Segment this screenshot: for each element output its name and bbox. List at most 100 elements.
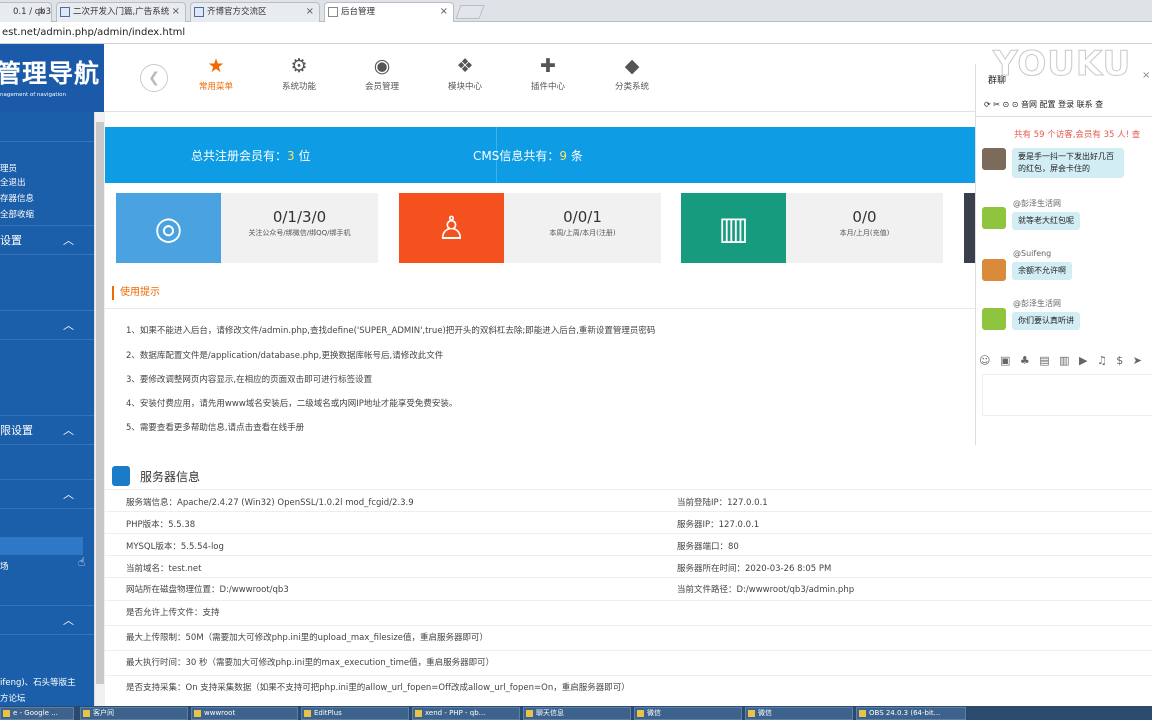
chat-emoji-toolbar[interactable]: ☺ ▣ ♣ ▤ ▥ ▶ ♫ $ ➤ ☎ ⌑ ✂ (979, 354, 1152, 367)
sidebar-item[interactable]: 场 (0, 560, 9, 572)
sidebar-link-collapse-all[interactable]: 全部收缩 (0, 208, 34, 220)
chat-username: @彭泽生活网 (1013, 299, 1061, 308)
brand-logo: 管理导航 nagement of navigation (0, 44, 104, 112)
tip-item: 4、安装付费应用，请先用www域名安装后，二级域名或内网IP地址才能享受免费安装… (126, 399, 458, 409)
avatar (982, 148, 1006, 170)
taskbar-item[interactable]: EditPlus (301, 707, 409, 720)
close-icon[interactable]: × (1142, 70, 1150, 81)
gear-icon: ⚙ (290, 55, 308, 77)
sidebar-footer-text: ifeng)、石头等版主 (0, 678, 76, 688)
taskbar-item[interactable]: 客户间 (80, 707, 188, 720)
sidebar-section[interactable]: ︿ (0, 605, 94, 635)
taskbar-item[interactable]: 聊天信息 (523, 707, 631, 720)
scrollbar-thumb[interactable] (96, 122, 104, 684)
sidebar-item-highlight[interactable] (0, 537, 83, 555)
close-icon[interactable]: × (172, 3, 180, 21)
sidebar-link-server-info[interactable]: 存器信息 (0, 192, 34, 204)
stat-card-registrations: ♙ 0/0/1 本周/上周/本月(注册) (399, 193, 661, 263)
tip-item: 2、数据库配置文件是/application/database.php,更换数据… (126, 351, 444, 361)
browser-tab[interactable]: 齐博官方交流区 × (190, 2, 320, 22)
avatar (982, 207, 1006, 229)
table-row: 最大执行时间：30 秒（需要加大可修改php.ini里的max_executio… (105, 650, 1152, 675)
divider (105, 308, 975, 309)
scrollbar[interactable] (94, 112, 105, 706)
sidebar-section[interactable]: ︿ (0, 310, 94, 340)
youku-watermark: YOUKU (992, 44, 1132, 85)
browser-tab-bar: 0.1 / qb3 × 二次开发入门篇,广告系统 × 齐博官方交流区 × 后台管理 × (0, 0, 1152, 22)
tip-item: 1、如果不能进入后台，请修改文件/admin.php,查找define('SUP… (126, 326, 656, 336)
page-icon (60, 7, 70, 17)
sidebar-section-permissions[interactable]: 限设置 ︿ (0, 415, 94, 445)
chevron-up-icon: ︿ (63, 424, 74, 437)
chat-message: 你们要认真听讲 (1012, 312, 1080, 330)
nav-plugins[interactable]: ✚ 插件中心 (508, 52, 588, 102)
cms-count: CMS信息共有：9 条 (473, 149, 583, 163)
chat-message: 就等老大红包呢 (1012, 212, 1080, 230)
tags-icon: ◆ (624, 55, 640, 77)
page-icon (194, 7, 204, 17)
sidebar-link-logout[interactable]: 全退出 (0, 176, 26, 188)
browser-tab[interactable]: 0.1 / qb3 × (0, 2, 52, 22)
table-row: 是否支持采集：On 支持采集数据（如果不支持可把php.ini里的allow_u… (105, 675, 1152, 700)
tip-item: 3、要修改调整网页内容显示,在相应的页面双击即可进行标签设置 (126, 375, 373, 385)
chat-input[interactable] (982, 374, 1152, 416)
nav-common-menu[interactable]: ★ 常用菜单 (176, 52, 256, 102)
sidebar-link-admin[interactable]: 理员 (0, 162, 17, 174)
chat-toolbar[interactable]: ⟳ ✂ ⊙ ⊙ 音网 配置 登录 联系 查 (984, 99, 1103, 110)
table-row: 最大上传限制：50M（需要加大可修改php.ini里的upload_max_fi… (105, 625, 1152, 650)
person-icon: ♙ (399, 193, 504, 263)
user-icon: ◉ (373, 55, 391, 77)
nav-categories[interactable]: ◆ 分类系统 (592, 52, 672, 102)
taskbar-item[interactable]: xend - PHP - qb... (412, 707, 520, 720)
new-tab-button[interactable] (455, 5, 485, 19)
table-row: PHP版本：5.5.38 服务器IP：127.0.0.1 (105, 511, 1152, 533)
cubes-icon: ❖ (456, 55, 474, 77)
table-row: 服务端信息：Apache/2.4.27 (Win32) OpenSSL/1.0.… (105, 489, 1152, 511)
close-icon[interactable]: × (440, 3, 448, 21)
browser-tab[interactable]: 二次开发入门篇,广告系统 × (56, 2, 186, 22)
star-icon: ★ (207, 55, 225, 77)
stat-card-partial (964, 193, 975, 263)
chat-message: 余额不允许啊 (1012, 262, 1072, 280)
taskbar-item[interactable]: 微信 (634, 707, 742, 720)
page-icon (328, 7, 338, 17)
chat-username: @彭泽生活网 (1013, 199, 1061, 208)
table-row: MYSQL版本：5.5.54-log 服务器端口：80 (105, 533, 1152, 555)
sidebar-section[interactable] (0, 112, 94, 142)
chevron-up-icon: ︿ (63, 488, 74, 501)
sidebar-section-settings[interactable]: 设置 ︿ (0, 225, 94, 255)
taskbar-item[interactable]: OBS 24.0.3 (64-bit... (856, 707, 966, 720)
user-circle-icon: ◎ (116, 193, 221, 263)
brand-title: 管理导航 (0, 59, 101, 88)
chat-message: 要是手一抖一下发出好几百的红包，屏会卡住的 (1012, 148, 1124, 178)
brand-subtitle: nagement of navigation (0, 92, 66, 98)
table-row: 当前域名：test.net 服务器所在时间：2020-03-26 8:05 PM (105, 555, 1152, 577)
bar-chart-icon: ▥ (681, 193, 786, 263)
close-icon[interactable]: × (306, 3, 314, 21)
chevron-up-icon: ︿ (63, 319, 74, 332)
sidebar: 理员 全退出 存器信息 全部收缩 设置 ︿ ︿ 限设置 ︿ ︿ 场 ︿ ifeng)… (0, 112, 94, 706)
back-arrow-button[interactable]: ❮ (140, 64, 168, 92)
browser-tab-active[interactable]: 后台管理 × (324, 2, 454, 22)
nav-modules[interactable]: ❖ 模块中心 (425, 52, 505, 102)
avatar (982, 308, 1006, 330)
taskbar-item[interactable]: e - Google ... (0, 707, 74, 720)
close-icon[interactable]: × (38, 3, 46, 21)
nav-system[interactable]: ⚙ 系统功能 (259, 52, 339, 102)
server-info-title: 服务器信息 (140, 470, 201, 484)
stat-card-recharge: ▥ 0/0 本月/上月(充值) (681, 193, 943, 263)
sidebar-footer-link[interactable]: 方论坛 (0, 692, 26, 704)
address-bar[interactable]: est.net/admin.php/admin/index.html (0, 22, 1152, 44)
puzzle-icon: ✚ (540, 55, 556, 77)
divider (976, 116, 1152, 117)
taskbar-item[interactable]: 微信 (745, 707, 853, 720)
avatar (982, 259, 1006, 281)
taskbar-item[interactable]: wwwroot (191, 707, 298, 720)
stats-banner: 总共注册会员有：3 位 CMS信息共有：9 条 (105, 127, 975, 183)
chevron-up-icon: ︿ (63, 614, 74, 627)
group-chat-panel: 群聊 ⟳ ✂ ⊙ ⊙ 音网 配置 登录 联系 查 共有 59 个访客,会员有 3… (975, 64, 1152, 445)
member-count: 总共注册会员有：3 位 (191, 149, 311, 163)
tip-item-help-link[interactable]: 5、需要查看更多帮助信息,请点击查看在线手册 (126, 421, 304, 433)
sidebar-section[interactable]: ︿ (0, 479, 94, 509)
nav-members[interactable]: ◉ 会员管理 (342, 52, 422, 102)
